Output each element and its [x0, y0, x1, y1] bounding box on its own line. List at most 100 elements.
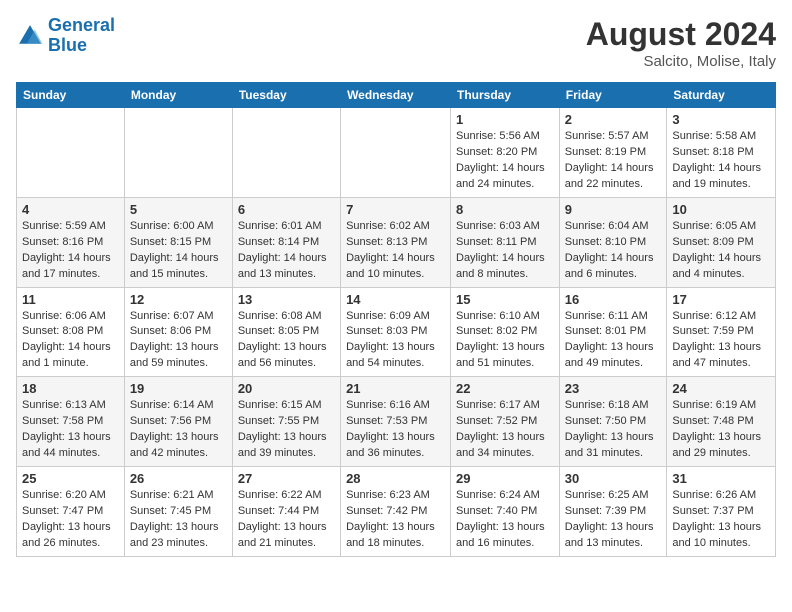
empty-cell: [17, 108, 125, 198]
day-cell-21: 21 Sunrise: 6:16 AMSunset: 7:53 PMDayligh…: [341, 377, 451, 467]
day-info: Sunrise: 6:24 AMSunset: 7:40 PMDaylight:…: [456, 488, 554, 552]
day-cell-18: 18 Sunrise: 6:13 AMSunset: 7:58 PMDayligh…: [17, 377, 125, 467]
day-cell-31: 31 Sunrise: 6:26 AMSunset: 7:37 PMDayligh…: [667, 467, 776, 557]
day-cell-2: 2 Sunrise: 5:57 AMSunset: 8:19 PMDaylight…: [559, 108, 667, 198]
day-cell-6: 6 Sunrise: 6:01 AMSunset: 8:14 PMDaylight…: [232, 197, 340, 287]
day-cell-12: 12 Sunrise: 6:07 AMSunset: 8:06 PMDayligh…: [124, 287, 232, 377]
empty-cell: [341, 108, 451, 198]
day-cell-26: 26 Sunrise: 6:21 AMSunset: 7:45 PMDayligh…: [124, 467, 232, 557]
calendar-body: 1 Sunrise: 5:56 AMSunset: 8:20 PMDaylight…: [17, 108, 776, 557]
day-info: Sunrise: 6:12 AMSunset: 7:59 PMDaylight:…: [672, 309, 770, 373]
day-number: 22: [456, 381, 554, 396]
day-number: 27: [238, 471, 335, 486]
logo-text: General Blue: [48, 16, 115, 56]
empty-cell: [232, 108, 340, 198]
day-number: 7: [346, 202, 445, 217]
day-number: 5: [130, 202, 227, 217]
day-cell-7: 7Sunrise: 6:02 AMSunset: 8:13 PMDaylight…: [341, 197, 451, 287]
day-info: Sunrise: 6:21 AMSunset: 7:45 PMDaylight:…: [130, 488, 227, 552]
day-number: 30: [565, 471, 662, 486]
day-cell-14: 14 Sunrise: 6:09 AMSunset: 8:03 PMDayligh…: [341, 287, 451, 377]
day-number: 8: [456, 202, 554, 217]
day-header-wednesday: Wednesday: [341, 83, 451, 108]
day-cell-22: 22Sunrise: 6:17 AMSunset: 7:52 PMDayligh…: [451, 377, 560, 467]
location: Salcito, Molise, Italy: [586, 53, 776, 70]
day-info: Sunrise: 6:16 AMSunset: 7:53 PMDaylight:…: [346, 398, 445, 462]
day-info: Sunrise: 6:04 AMSunset: 8:10 PMDaylight:…: [565, 219, 662, 283]
day-number: 15: [456, 292, 554, 307]
day-cell-3: 3 Sunrise: 5:58 AMSunset: 8:18 PMDaylight…: [667, 108, 776, 198]
day-header-friday: Friday: [559, 83, 667, 108]
page-header: General Blue August 2024 Salcito, Molise…: [16, 16, 776, 70]
day-info: Sunrise: 6:15 AMSunset: 7:55 PMDaylight:…: [238, 398, 335, 462]
day-number: 14: [346, 292, 445, 307]
day-cell-30: 30 Sunrise: 6:25 AMSunset: 7:39 PMDayligh…: [559, 467, 667, 557]
day-cell-10: 10Sunrise: 6:05 AMSunset: 8:09 PMDayligh…: [667, 197, 776, 287]
day-cell-16: 16 Sunrise: 6:11 AMSunset: 8:01 PMDayligh…: [559, 287, 667, 377]
day-cell-4: 4 Sunrise: 5:59 AMSunset: 8:16 PMDaylight…: [17, 197, 125, 287]
day-number: 9: [565, 202, 662, 217]
day-number: 3: [672, 112, 770, 127]
day-cell-24: 24Sunrise: 6:19 AMSunset: 7:48 PMDayligh…: [667, 377, 776, 467]
month-year: August 2024: [586, 16, 776, 53]
day-info: Sunrise: 6:13 AMSunset: 7:58 PMDaylight:…: [22, 398, 119, 462]
day-info: Sunrise: 5:58 AMSunset: 8:18 PMDaylight:…: [672, 129, 770, 193]
logo: General Blue: [16, 16, 115, 56]
logo-line1: General: [48, 15, 115, 35]
day-info: Sunrise: 6:20 AMSunset: 7:47 PMDaylight:…: [22, 488, 119, 552]
day-info: Sunrise: 6:05 AMSunset: 8:09 PMDaylight:…: [672, 219, 770, 283]
day-info: Sunrise: 5:57 AMSunset: 8:19 PMDaylight:…: [565, 129, 662, 193]
day-info: Sunrise: 6:08 AMSunset: 8:05 PMDaylight:…: [238, 309, 335, 373]
day-info: Sunrise: 6:01 AMSunset: 8:14 PMDaylight:…: [238, 219, 335, 283]
day-info: Sunrise: 6:26 AMSunset: 7:37 PMDaylight:…: [672, 488, 770, 552]
day-header-tuesday: Tuesday: [232, 83, 340, 108]
day-cell-8: 8 Sunrise: 6:03 AMSunset: 8:11 PMDaylight…: [451, 197, 560, 287]
day-cell-20: 20Sunrise: 6:15 AMSunset: 7:55 PMDayligh…: [232, 377, 340, 467]
day-number: 25: [22, 471, 119, 486]
week-row-2: 4 Sunrise: 5:59 AMSunset: 8:16 PMDaylight…: [17, 197, 776, 287]
day-number: 24: [672, 381, 770, 396]
logo-line2: Blue: [48, 35, 87, 55]
day-info: Sunrise: 5:56 AMSunset: 8:20 PMDaylight:…: [456, 129, 554, 193]
day-info: Sunrise: 6:14 AMSunset: 7:56 PMDaylight:…: [130, 398, 227, 462]
calendar-header: SundayMondayTuesdayWednesdayThursdayFrid…: [17, 83, 776, 108]
day-info: Sunrise: 6:03 AMSunset: 8:11 PMDaylight:…: [456, 219, 554, 283]
day-number: 26: [130, 471, 227, 486]
calendar-table: SundayMondayTuesdayWednesdayThursdayFrid…: [16, 82, 776, 557]
day-info: Sunrise: 6:10 AMSunset: 8:02 PMDaylight:…: [456, 309, 554, 373]
title-block: August 2024 Salcito, Molise, Italy: [586, 16, 776, 70]
day-number: 4: [22, 202, 119, 217]
day-cell-29: 29Sunrise: 6:24 AMSunset: 7:40 PMDayligh…: [451, 467, 560, 557]
day-number: 6: [238, 202, 335, 217]
day-info: Sunrise: 6:00 AMSunset: 8:15 PMDaylight:…: [130, 219, 227, 283]
day-number: 2: [565, 112, 662, 127]
week-row-4: 18 Sunrise: 6:13 AMSunset: 7:58 PMDayligh…: [17, 377, 776, 467]
day-cell-23: 23Sunrise: 6:18 AMSunset: 7:50 PMDayligh…: [559, 377, 667, 467]
day-number: 21: [346, 381, 445, 396]
day-info: Sunrise: 6:09 AMSunset: 8:03 PMDaylight:…: [346, 309, 445, 373]
day-info: Sunrise: 5:59 AMSunset: 8:16 PMDaylight:…: [22, 219, 119, 283]
day-cell-1: 1 Sunrise: 5:56 AMSunset: 8:20 PMDaylight…: [451, 108, 560, 198]
day-cell-11: 11Sunrise: 6:06 AMSunset: 8:08 PMDayligh…: [17, 287, 125, 377]
day-cell-17: 17Sunrise: 6:12 AMSunset: 7:59 PMDayligh…: [667, 287, 776, 377]
day-cell-19: 19 Sunrise: 6:14 AMSunset: 7:56 PMDayligh…: [124, 377, 232, 467]
day-info: Sunrise: 6:06 AMSunset: 8:08 PMDaylight:…: [22, 309, 119, 373]
day-header-sunday: Sunday: [17, 83, 125, 108]
day-cell-9: 9 Sunrise: 6:04 AMSunset: 8:10 PMDaylight…: [559, 197, 667, 287]
day-number: 16: [565, 292, 662, 307]
day-number: 12: [130, 292, 227, 307]
day-header-monday: Monday: [124, 83, 232, 108]
day-number: 28: [346, 471, 445, 486]
day-info: Sunrise: 6:11 AMSunset: 8:01 PMDaylight:…: [565, 309, 662, 373]
day-number: 31: [672, 471, 770, 486]
day-number: 1: [456, 112, 554, 127]
week-row-1: 1 Sunrise: 5:56 AMSunset: 8:20 PMDaylight…: [17, 108, 776, 198]
day-cell-15: 15 Sunrise: 6:10 AMSunset: 8:02 PMDayligh…: [451, 287, 560, 377]
day-header-saturday: Saturday: [667, 83, 776, 108]
day-number: 18: [22, 381, 119, 396]
day-info: Sunrise: 6:07 AMSunset: 8:06 PMDaylight:…: [130, 309, 227, 373]
day-cell-25: 25 Sunrise: 6:20 AMSunset: 7:47 PMDayligh…: [17, 467, 125, 557]
day-info: Sunrise: 6:25 AMSunset: 7:39 PMDaylight:…: [565, 488, 662, 552]
day-number: 19: [130, 381, 227, 396]
logo-icon: [16, 22, 44, 50]
